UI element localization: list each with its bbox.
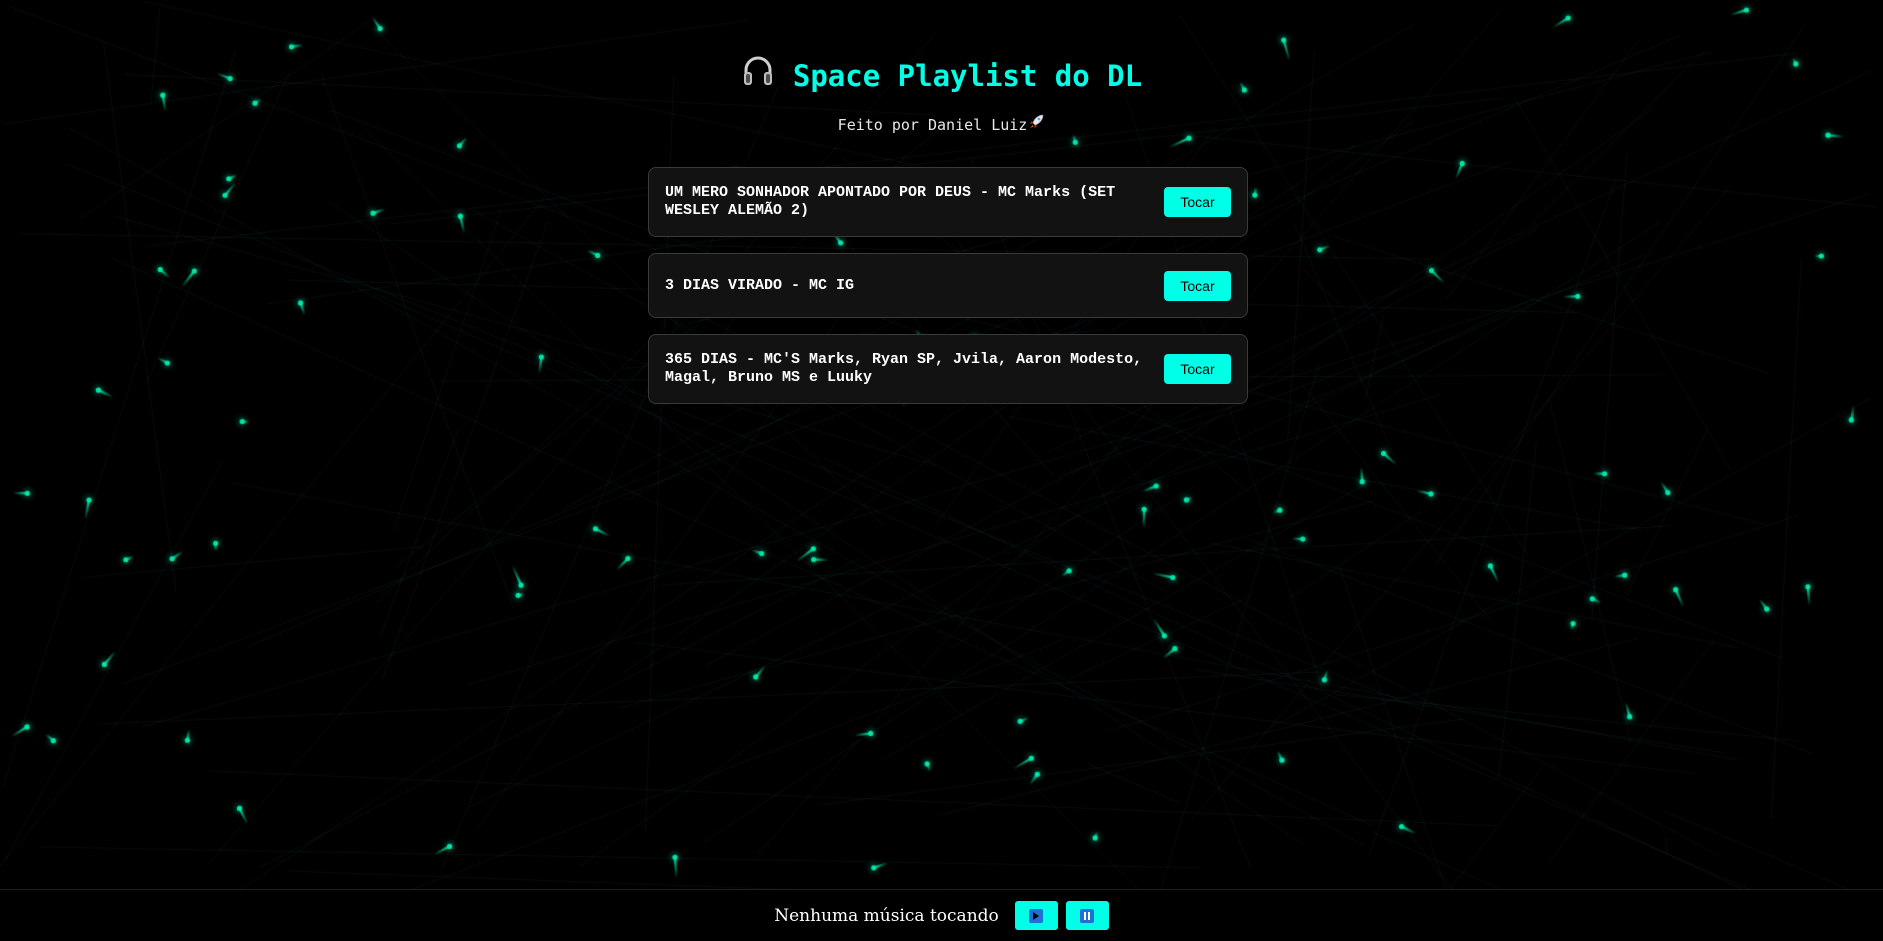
track-item: UM MERO SONHADOR APONTADO POR DEUS - MC … [648,167,1248,237]
track-name: 365 DIAS - MC'S Marks, Ryan SP, Jvila, A… [665,351,1143,386]
play-track-button[interactable]: Tocar [1164,187,1231,217]
headphones-icon [741,53,775,97]
subtitle: Feito por Daniel Luiz [0,113,1883,135]
rocket-icon [1028,113,1045,135]
playlist: UM MERO SONHADOR APONTADO POR DEUS - MC … [648,167,1248,420]
now-playing-status: Nenhuma música tocando [774,905,999,926]
subtitle-text: Feito por Daniel Luiz [837,116,1028,134]
pause-button[interactable] [1065,901,1109,930]
page-title-text: Space Playlist do DL [792,59,1143,93]
app: Space Playlist do DL Feito por Daniel Lu… [0,0,1883,941]
pause-icon [1080,908,1095,923]
play-track-button[interactable]: Tocar [1164,354,1231,384]
play-track-button[interactable]: Tocar [1164,270,1231,301]
page-title: Space Playlist do DL [0,56,1883,97]
track-name: UM MERO SONHADOR APONTADO POR DEUS - MC … [665,184,1116,219]
track-name: 3 DIAS VIRADO - MC IG [665,276,855,294]
track-item: 3 DIAS VIRADO - MC IG Tocar [648,253,1248,318]
play-button[interactable] [1014,901,1058,930]
track-item: 365 DIAS - MC'S Marks, Ryan SP, Jvila, A… [648,334,1248,404]
player-bar: Nenhuma música tocando [0,889,1883,941]
play-icon [1029,908,1044,923]
